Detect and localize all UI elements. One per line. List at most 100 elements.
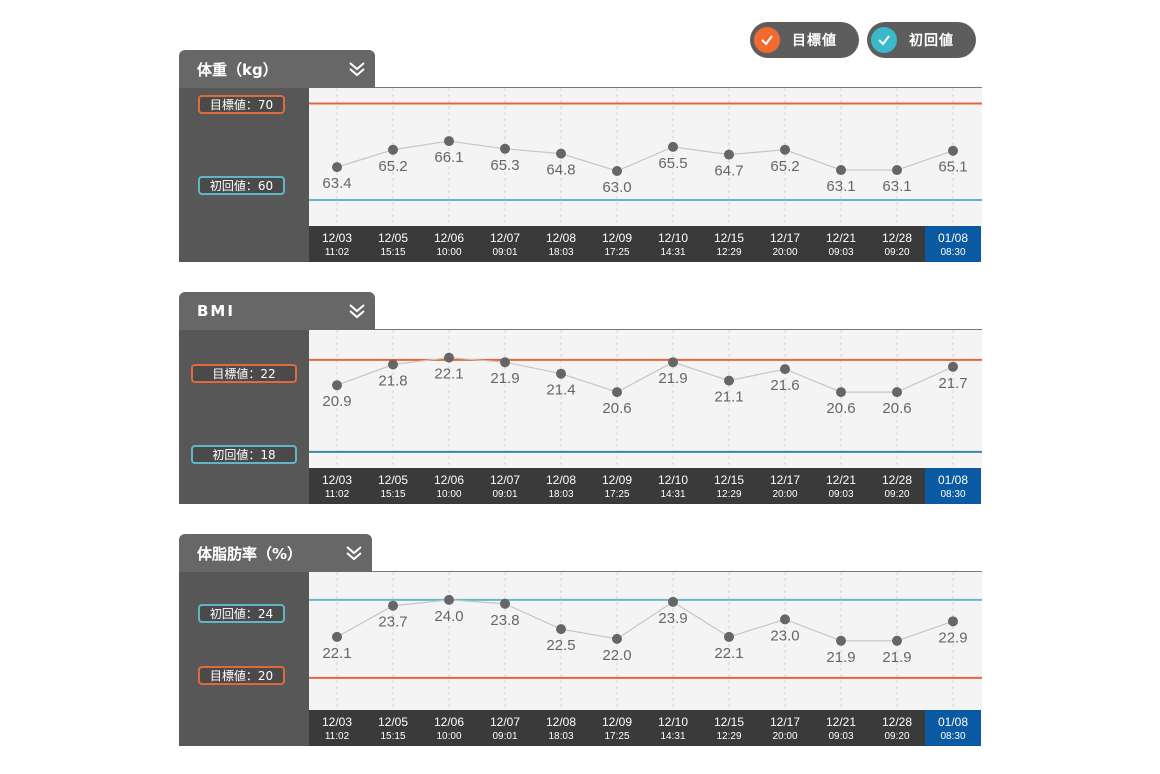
data-point (892, 165, 902, 176)
tick-time: 18:03 (548, 489, 573, 500)
data-label: 21.7 (938, 375, 967, 392)
data-label: 21.9 (658, 370, 687, 387)
data-point (948, 616, 958, 627)
tick-date: 12/15 (714, 715, 744, 729)
data-label: 20.6 (826, 400, 855, 417)
tick-time: 15:15 (380, 731, 405, 742)
data-point (836, 387, 846, 398)
bodyfat-tab[interactable]: 体脂肪率（%） (179, 534, 372, 572)
data-point (836, 165, 846, 176)
data-point (444, 594, 454, 605)
chevron-down-icon[interactable] (344, 543, 364, 563)
data-label: 63.1 (882, 178, 911, 195)
tick-time: 09:01 (492, 731, 517, 742)
data-point (332, 631, 342, 642)
tick-date: 12/06 (434, 473, 464, 487)
tick-date: 12/08 (546, 231, 576, 245)
data-label: 22.1 (322, 645, 351, 662)
tick-time: 09:03 (828, 731, 853, 742)
data-point (332, 162, 342, 173)
bmi-panel: BMI 目標値：22 初回値：18 20.9 21.8 22.1 21.9 21.4 20… (179, 292, 982, 504)
tick-time: 11:02 (325, 731, 350, 742)
data-point (948, 361, 958, 372)
weight-side: 目標値：70 初回値：60 (179, 88, 309, 262)
data-label: 20.6 (882, 400, 911, 417)
bmi-initial-badge: 初回値：18 (191, 445, 297, 464)
weight-target-badge: 目標値：70 (198, 95, 285, 114)
data-point (388, 359, 398, 370)
plot-background (309, 330, 982, 468)
weight-plot: 63.4 65.2 66.1 65.3 64.8 63.0 65.5 64.7 65.2 63.1… (309, 87, 982, 262)
data-label: 63.1 (826, 178, 855, 195)
tick-date: 12/05 (378, 473, 408, 487)
tick-date: 12/06 (434, 715, 464, 729)
tick-date: 12/28 (882, 473, 912, 487)
data-point (444, 352, 454, 363)
data-label: 22.9 (938, 629, 967, 646)
data-label: 66.1 (434, 149, 463, 166)
tick-date: 12/15 (714, 473, 744, 487)
bodyfat-target-badge: 目標値：20 (198, 666, 285, 685)
data-point (780, 144, 790, 155)
data-label: 65.2 (770, 158, 799, 175)
tick-date: 12/21 (826, 473, 856, 487)
bodyfat-plot: 22.1 23.7 24.0 23.8 22.5 22.0 23.9 22.1 23.0 21.9… (309, 571, 982, 746)
tick-date: 12/03 (322, 473, 352, 487)
tick-time: 09:01 (492, 247, 517, 258)
data-label: 63.0 (602, 179, 631, 196)
bmi-plot: 20.9 21.8 22.1 21.9 21.4 20.6 21.9 21.1 21.6 20.6… (309, 329, 982, 504)
tick-date: 01/08 (938, 473, 968, 487)
chevron-down-icon[interactable] (347, 59, 367, 79)
tick-time: 09:01 (492, 489, 517, 500)
tick-time: 11:02 (325, 247, 350, 258)
tick-time: 12:29 (716, 247, 741, 258)
tick-time: 18:03 (548, 247, 573, 258)
chevron-down-icon[interactable] (347, 301, 367, 321)
data-label: 63.4 (322, 175, 351, 192)
data-label: 21.6 (770, 377, 799, 394)
data-point (444, 136, 454, 147)
data-label: 21.9 (490, 370, 519, 387)
tick-date: 12/21 (826, 715, 856, 729)
data-point (892, 387, 902, 398)
tick-time: 08:30 (940, 489, 965, 500)
weight-panel: 体重（kg） 目標値：70 初回値：60 63.4 65.2 66.1 65.3 64.… (179, 50, 982, 262)
data-point (668, 357, 678, 368)
data-point (332, 380, 342, 391)
tick-time: 09:20 (884, 731, 909, 742)
initial-toggle-label: 初回値 (909, 33, 954, 49)
data-label: 65.1 (938, 159, 967, 176)
data-label: 20.6 (602, 400, 631, 417)
tick-date: 12/28 (882, 231, 912, 245)
data-label: 21.1 (714, 389, 743, 406)
data-label: 24.0 (434, 608, 463, 625)
data-label: 23.8 (490, 612, 519, 629)
tick-time: 08:30 (940, 247, 965, 258)
data-point (780, 614, 790, 625)
tick-time: 18:03 (548, 731, 573, 742)
data-point (780, 364, 790, 375)
tick-time: 17:25 (604, 489, 629, 500)
tick-date: 01/08 (938, 231, 968, 245)
tick-time: 09:20 (884, 247, 909, 258)
tick-date: 12/08 (546, 715, 576, 729)
weight-title: 体重（kg） (197, 60, 278, 79)
weight-initial-badge: 初回値：60 (198, 176, 285, 195)
tick-time: 20:00 (772, 247, 797, 258)
bodyfat-initial-badge: 初回値：24 (198, 604, 285, 623)
weight-chart: 63.4 65.2 66.1 65.3 64.8 63.0 65.5 64.7 65.2 63.1… (309, 88, 982, 262)
tick-time: 20:00 (772, 731, 797, 742)
data-point (836, 635, 846, 646)
tick-date: 01/08 (938, 715, 968, 729)
tick-date: 12/10 (658, 473, 688, 487)
tick-date: 12/09 (602, 715, 632, 729)
plot-background (309, 88, 982, 226)
bmi-tab[interactable]: BMI (179, 292, 375, 330)
tick-date: 12/17 (770, 715, 800, 729)
tick-time: 14:31 (660, 489, 685, 500)
tick-time: 20:00 (772, 489, 797, 500)
weight-tab[interactable]: 体重（kg） (179, 50, 375, 88)
tick-time: 12:29 (716, 731, 741, 742)
tick-date: 12/07 (490, 715, 520, 729)
bodyfat-title: 体脂肪率（%） (197, 544, 303, 563)
